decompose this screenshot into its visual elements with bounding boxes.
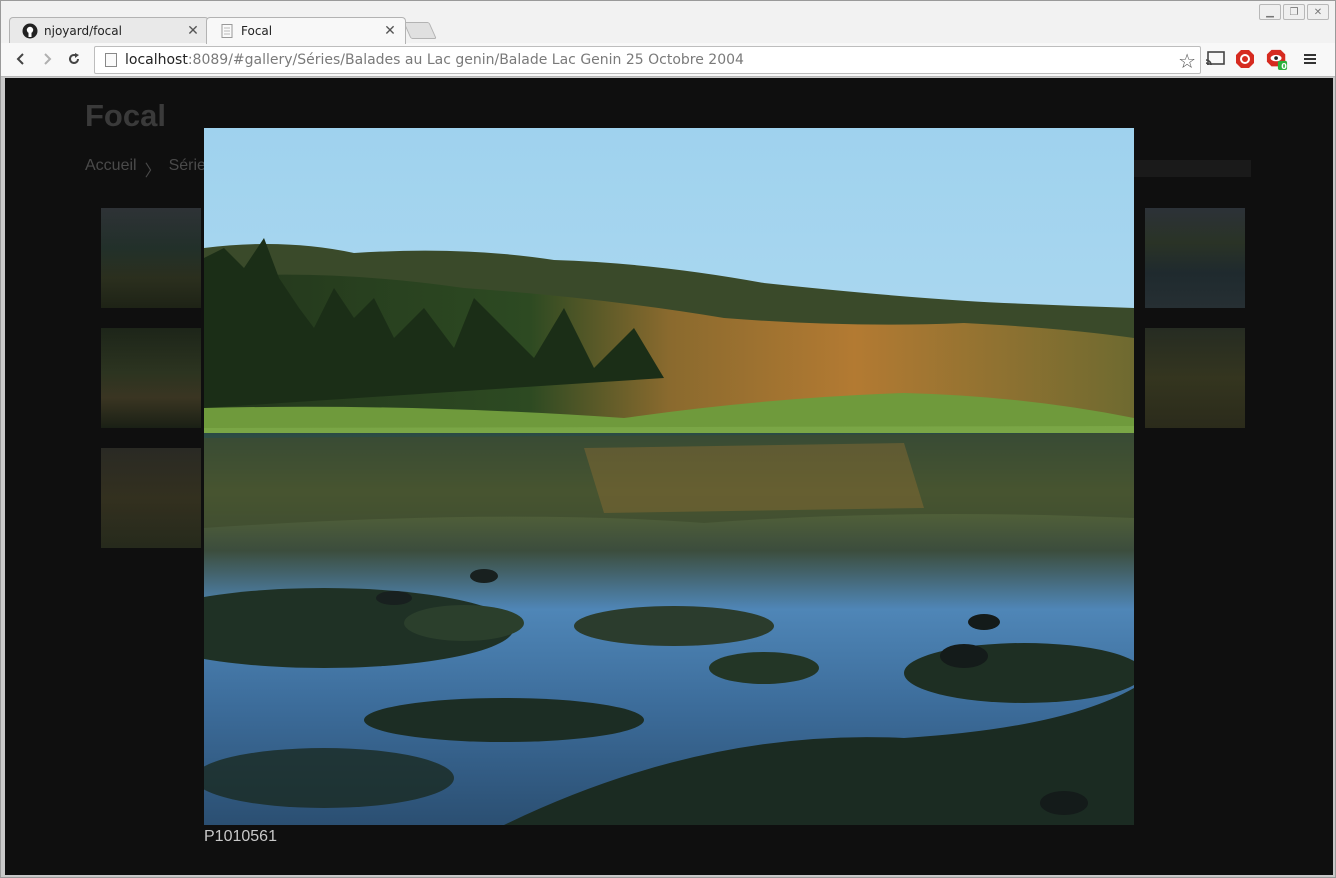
breadcrumb-home[interactable]: Accueil (85, 157, 137, 181)
photo-caption: P1010561 (204, 828, 277, 845)
gallery-thumbnail[interactable] (101, 208, 201, 308)
tab-focal[interactable]: Focal ✕ (206, 17, 406, 44)
breadcrumb-bar (1130, 160, 1251, 177)
lightbox-photo[interactable] (204, 128, 1134, 825)
back-button[interactable] (10, 48, 32, 70)
page-icon (219, 23, 235, 39)
breadcrumb: Accueil 〉 Séries (85, 157, 214, 181)
adblock-icon[interactable] (1234, 48, 1256, 70)
forward-arrow-icon (44, 53, 52, 65)
browser-toolbar: localhost :8089/#gallery/Séries/Balades … (1, 43, 1335, 77)
close-icon[interactable]: ✕ (186, 23, 200, 39)
reload-icon (69, 53, 79, 64)
page-viewport: Focal Accueil 〉 Séries P1010561 (5, 78, 1333, 875)
browser-window: njoyard/focal ✕ Focal ✕ ▁ ❐ ✕ localhost … (0, 0, 1336, 878)
page-info-icon[interactable] (105, 53, 117, 67)
tab-title: Focal (241, 24, 273, 38)
gallery-thumbnail[interactable] (1145, 328, 1245, 428)
window-controls: ▁ ❐ ✕ (1259, 4, 1329, 20)
gallery-thumbnail[interactable] (101, 328, 201, 428)
tab-github[interactable]: njoyard/focal ✕ (9, 17, 209, 43)
new-tab-button[interactable] (403, 22, 437, 39)
gallery-thumbnail[interactable] (101, 448, 201, 548)
reload-button[interactable] (63, 48, 85, 70)
gallery-thumbnail[interactable] (1145, 208, 1245, 308)
minimize-button[interactable]: ▁ (1259, 4, 1281, 20)
bookmark-star-icon[interactable]: ☆ (1178, 49, 1196, 73)
breadcrumb-separator: 〉 (144, 163, 161, 180)
lake-photo (204, 128, 1134, 825)
close-window-button[interactable]: ✕ (1307, 4, 1329, 20)
close-icon[interactable]: ✕ (383, 23, 397, 39)
menu-icon[interactable] (1299, 48, 1321, 70)
back-arrow-icon (16, 53, 24, 65)
github-icon (22, 23, 38, 39)
restore-button[interactable]: ❐ (1283, 4, 1305, 20)
privacy-badge-icon[interactable]: 0 (1266, 48, 1288, 71)
extension-badge: 0 (1281, 62, 1287, 71)
tab-title: njoyard/focal (44, 23, 122, 38)
tab-strip: njoyard/focal ✕ Focal ✕ ▁ ❐ ✕ (1, 1, 1335, 44)
forward-button[interactable] (36, 48, 58, 70)
url-host: localhost (125, 52, 188, 68)
address-bar[interactable]: localhost :8089/#gallery/Séries/Balades … (94, 46, 1201, 74)
site-title: Focal (85, 98, 166, 133)
url-path: :8089/#gallery/Séries/Balades au Lac gen… (187, 52, 744, 68)
cast-icon[interactable] (1204, 48, 1226, 70)
